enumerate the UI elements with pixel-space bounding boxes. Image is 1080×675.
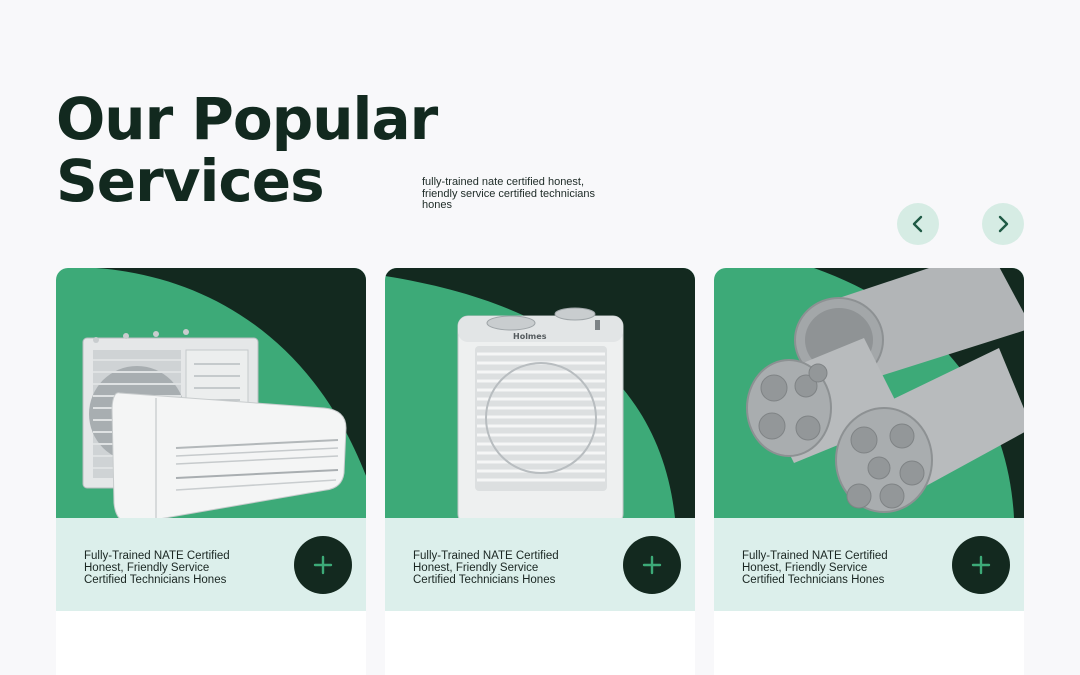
svg-text:Holmes: Holmes (513, 332, 547, 341)
section-title-line-1: Our Popular (56, 85, 438, 153)
air-conditioner-image (56, 268, 366, 518)
pipes-image (714, 268, 1024, 518)
section-title: Our Popular Services (56, 85, 438, 215)
add-service-button[interactable] (294, 536, 352, 594)
add-service-button[interactable] (952, 536, 1010, 594)
plus-icon (971, 555, 991, 575)
service-card-text-line: Honest, Friendly Service (742, 562, 868, 574)
service-card-description: Fully-Trained NATE Certified Honest, Fri… (413, 550, 613, 586)
plus-icon (313, 555, 333, 575)
add-service-button[interactable] (623, 536, 681, 594)
service-card-air-conditioning[interactable]: Fully-Trained NATE Certified Honest, Fri… (56, 268, 366, 675)
service-card-text-line: Certified Technicians Hones (742, 574, 885, 586)
space-heater-image: Holmes (385, 268, 695, 518)
service-card-heating[interactable]: Holmes Fully-Trained NATE Certified Hone… (385, 268, 695, 675)
plus-icon (642, 555, 662, 575)
service-card-info: Fully-Trained NATE Certified Honest, Fri… (714, 518, 1024, 611)
service-card-info: Fully-Trained NATE Certified Honest, Fri… (385, 518, 695, 611)
chevron-right-icon (998, 215, 1009, 233)
service-card-text-line: Honest, Friendly Service (84, 562, 210, 574)
service-card-text-line: Certified Technicians Hones (413, 574, 556, 586)
carousel-next-button[interactable] (982, 203, 1024, 245)
section-title-line-2: Services (56, 147, 325, 215)
service-card-text-line: Fully-Trained NATE Certified (742, 550, 888, 562)
carousel-prev-button[interactable] (897, 203, 939, 245)
service-card-text-line: Fully-Trained NATE Certified (84, 550, 230, 562)
service-card-text-line: Certified Technicians Hones (84, 574, 227, 586)
service-card-text-line: Fully-Trained NATE Certified (413, 550, 559, 562)
service-card-info: Fully-Trained NATE Certified Honest, Fri… (56, 518, 366, 611)
section-description: fully-trained nate certified honest, fri… (422, 176, 596, 211)
chevron-left-icon (912, 215, 923, 233)
service-card-plumbing[interactable]: Fully-Trained NATE Certified Honest, Fri… (714, 268, 1024, 675)
service-card-description: Fully-Trained NATE Certified Honest, Fri… (742, 550, 942, 586)
service-card-text-line: Honest, Friendly Service (413, 562, 539, 574)
service-card-description: Fully-Trained NATE Certified Honest, Fri… (84, 550, 284, 586)
